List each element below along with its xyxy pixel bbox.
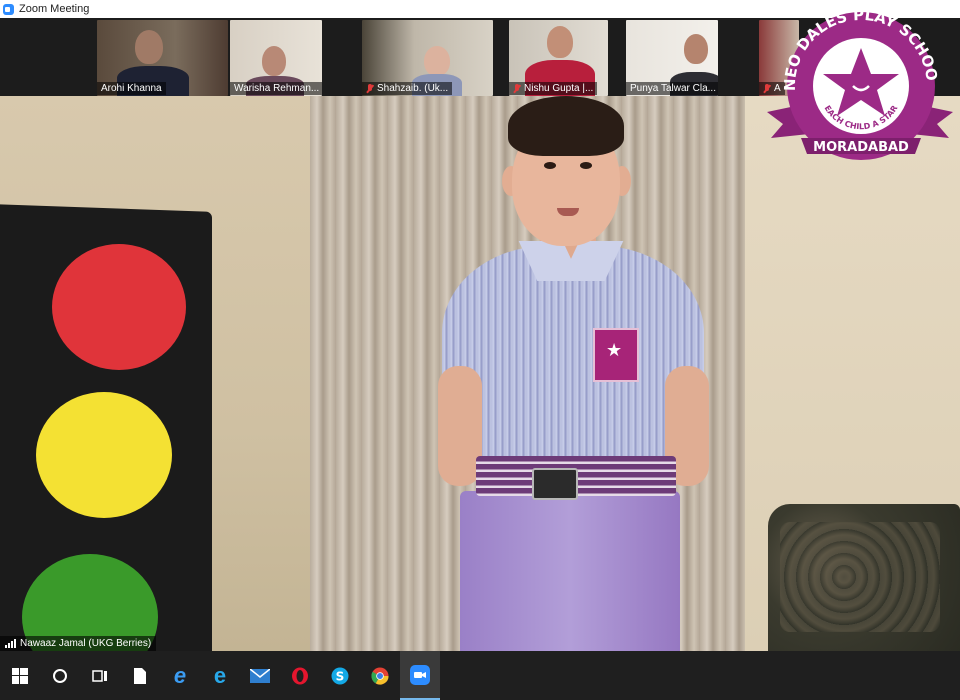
mic-muted-icon: [366, 83, 374, 94]
chrome-icon[interactable]: [360, 651, 400, 700]
mic-muted-icon: [513, 83, 521, 94]
participant-name: Shahzaib. (Uk...: [362, 82, 453, 95]
participant-tile[interactable]: Punya Talwar Cla...: [626, 20, 718, 96]
signal-bars-icon: [5, 639, 16, 648]
windows-start-icon[interactable]: [0, 651, 40, 700]
file-icon[interactable]: [120, 651, 160, 700]
participant-tile[interactable]: Arohi Khanna: [97, 20, 228, 96]
sofa: [768, 504, 960, 651]
edge-icon[interactable]: e: [160, 651, 200, 700]
participant-name: Arohi Khanna: [97, 82, 166, 95]
opera-icon[interactable]: [280, 651, 320, 700]
svg-text:S: S: [336, 669, 345, 683]
skype-icon[interactable]: S: [320, 651, 360, 700]
internet-explorer-icon[interactable]: e: [200, 651, 240, 700]
speaker-name-label: Nawaaz Jamal (UKG Berries): [0, 636, 157, 651]
school-badge: [593, 328, 639, 382]
school-logo: NEO DALES PLAY SCHOOL EACH CHILD A STAR …: [765, 8, 953, 160]
zoom-taskbar-icon[interactable]: [400, 651, 440, 700]
participant-name: Warisha Rehman...: [230, 82, 322, 95]
task-view-icon[interactable]: [80, 651, 120, 700]
participant-tile[interactable]: Warisha Rehman...: [230, 20, 322, 96]
main-speaker-video: Nawaaz Jamal (UKG Berries): [0, 96, 960, 651]
speaker-child: [420, 96, 720, 651]
zoom-app-icon: [3, 3, 14, 15]
participant-tile[interactable]: Nishu Gupta |...: [509, 20, 608, 96]
participant-tile[interactable]: Shahzaib. (Uk...: [362, 20, 493, 96]
window-title: Zoom Meeting: [19, 3, 90, 15]
logo-city: MORADABAD: [813, 140, 909, 155]
mail-icon[interactable]: [240, 651, 280, 700]
participant-name: Punya Talwar Cla...: [626, 82, 718, 95]
windows-taskbar: e e S: [0, 651, 960, 700]
participant-name: Nishu Gupta |...: [509, 82, 598, 95]
cortana-icon[interactable]: [40, 651, 80, 700]
